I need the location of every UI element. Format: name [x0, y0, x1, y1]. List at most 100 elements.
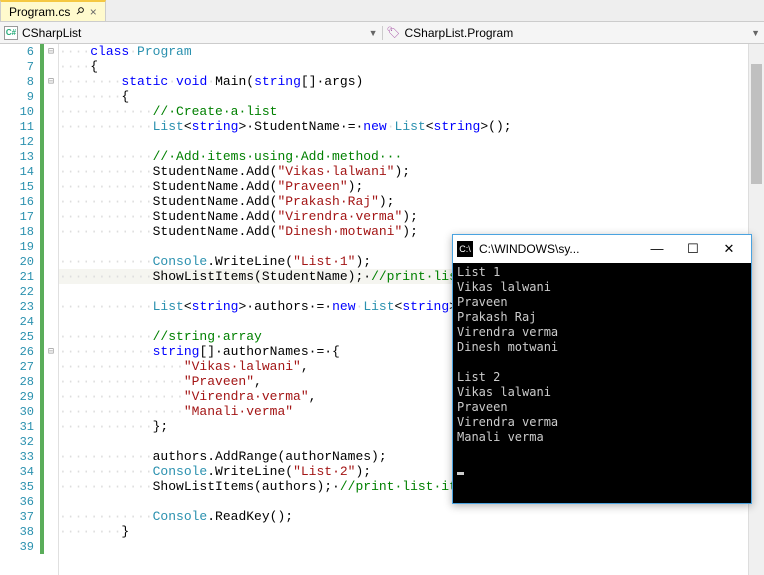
change-bar — [40, 194, 44, 209]
code-line[interactable] — [59, 539, 764, 554]
console-line: Vikas lalwani — [457, 280, 747, 295]
gutter-row: 26 ⊟ — [0, 344, 58, 359]
change-bar — [40, 254, 44, 269]
gutter-row: 15 — [0, 179, 58, 194]
gutter-row: 16 — [0, 194, 58, 209]
gutter-row: 7 — [0, 59, 58, 74]
line-number: 20 — [0, 255, 40, 269]
fold-toggle[interactable]: ⊟ — [44, 346, 58, 358]
line-number: 9 — [0, 90, 40, 104]
line-number: 32 — [0, 435, 40, 449]
close-icon[interactable]: × — [90, 5, 97, 19]
gutter-row: 24 — [0, 314, 58, 329]
code-line[interactable]: ············//·Create·a·list — [59, 104, 764, 119]
nav-scope-dropdown[interactable]: C# CSharpList ▼ — [0, 26, 382, 40]
change-bar — [40, 104, 44, 119]
maximize-button[interactable]: ☐ — [675, 238, 711, 260]
change-bar — [40, 314, 44, 329]
code-line[interactable]: ········} — [59, 524, 764, 539]
fold-toggle[interactable]: ⊟ — [44, 46, 58, 58]
navigation-bar: C# CSharpList ▼ 🏷 CSharpList.Program ▼ — [0, 22, 764, 44]
console-output: List 1Vikas lalwaniPraveenPrakash RajVir… — [453, 263, 751, 503]
gutter-row: 17 — [0, 209, 58, 224]
line-number: 21 — [0, 270, 40, 284]
gutter-row: 13 — [0, 149, 58, 164]
chevron-down-icon: ▼ — [369, 28, 378, 38]
line-number: 26 — [0, 345, 40, 359]
cursor — [457, 472, 464, 475]
console-title: C:\WINDOWS\sy... — [479, 242, 639, 256]
change-bar — [40, 119, 44, 134]
change-bar — [40, 164, 44, 179]
gutter: 6⊟78⊟91011121314151617181920212223242526… — [0, 44, 59, 575]
pin-icon[interactable]: ⚲ — [74, 5, 87, 18]
gutter-row: 20 — [0, 254, 58, 269]
change-bar — [40, 479, 44, 494]
change-bar — [40, 434, 44, 449]
line-number: 6 — [0, 45, 40, 59]
change-bar — [40, 269, 44, 284]
code-line[interactable]: ············StudentName.Add("Virendra·ve… — [59, 209, 764, 224]
line-number: 13 — [0, 150, 40, 164]
code-line[interactable]: ············List<string>·StudentName·=·n… — [59, 119, 764, 134]
line-number: 16 — [0, 195, 40, 209]
gutter-row: 38 — [0, 524, 58, 539]
file-tab-program[interactable]: Program.cs ⚲ × — [0, 0, 106, 21]
gutter-row: 32 — [0, 434, 58, 449]
code-line[interactable]: ········{ — [59, 89, 764, 104]
change-bar — [40, 299, 44, 314]
gutter-row: 35 — [0, 479, 58, 494]
code-line[interactable]: ············StudentName.Add("Prakash·Raj… — [59, 194, 764, 209]
line-number: 15 — [0, 180, 40, 194]
change-bar — [40, 404, 44, 419]
change-bar — [40, 374, 44, 389]
change-bar — [40, 539, 44, 554]
code-line[interactable]: ············StudentName.Add("Praveen"); — [59, 179, 764, 194]
tab-bar: Program.cs ⚲ × — [0, 0, 764, 22]
console-line: Virendra verma — [457, 325, 747, 340]
change-bar — [40, 209, 44, 224]
code-line[interactable]: ········static·void·Main(string[]·args) — [59, 74, 764, 89]
console-line: Virendra verma — [457, 415, 747, 430]
close-button[interactable]: ✕ — [711, 238, 747, 260]
gutter-row: 8⊟ — [0, 74, 58, 89]
console-titlebar[interactable]: C:\ C:\WINDOWS\sy... — ☐ ✕ — [453, 235, 751, 263]
line-number: 11 — [0, 120, 40, 134]
change-bar — [40, 464, 44, 479]
console-line: Dinesh motwani — [457, 340, 747, 355]
class-icon: 🏷 — [387, 26, 401, 40]
gutter-row: 27 — [0, 359, 58, 374]
code-line[interactable]: ············//·Add·items·using·Add·metho… — [59, 149, 764, 164]
gutter-row: 21 — [0, 269, 58, 284]
line-number: 8 — [0, 75, 40, 89]
line-number: 36 — [0, 495, 40, 509]
code-line[interactable]: ············Console.ReadKey(); — [59, 509, 764, 524]
line-number: 24 — [0, 315, 40, 329]
console-line: Praveen — [457, 295, 747, 310]
code-line[interactable]: ····{ — [59, 59, 764, 74]
gutter-row: 12 — [0, 134, 58, 149]
fold-toggle[interactable]: ⊟ — [44, 76, 58, 88]
console-line: Prakash Raj — [457, 310, 747, 325]
code-line[interactable]: ····class·Program — [59, 44, 764, 59]
code-line[interactable]: ············StudentName.Add("Vikas·lalwa… — [59, 164, 764, 179]
change-bar — [40, 509, 44, 524]
change-bar — [40, 284, 44, 299]
line-number: 19 — [0, 240, 40, 254]
nav-member-dropdown[interactable]: 🏷 CSharpList.Program ▼ — [382, 26, 764, 40]
line-number: 10 — [0, 105, 40, 119]
change-bar — [40, 134, 44, 149]
console-line — [457, 445, 747, 460]
scrollbar-thumb[interactable] — [751, 64, 762, 184]
gutter-row: 11 — [0, 119, 58, 134]
line-number: 39 — [0, 540, 40, 554]
code-line[interactable] — [59, 134, 764, 149]
change-bar — [40, 524, 44, 539]
nav-member-label: CSharpList.Program — [405, 26, 514, 40]
line-number: 25 — [0, 330, 40, 344]
change-bar — [40, 449, 44, 464]
gutter-row: 22 — [0, 284, 58, 299]
minimize-button[interactable]: — — [639, 238, 675, 260]
change-bar — [40, 389, 44, 404]
gutter-row: 39 — [0, 539, 58, 554]
